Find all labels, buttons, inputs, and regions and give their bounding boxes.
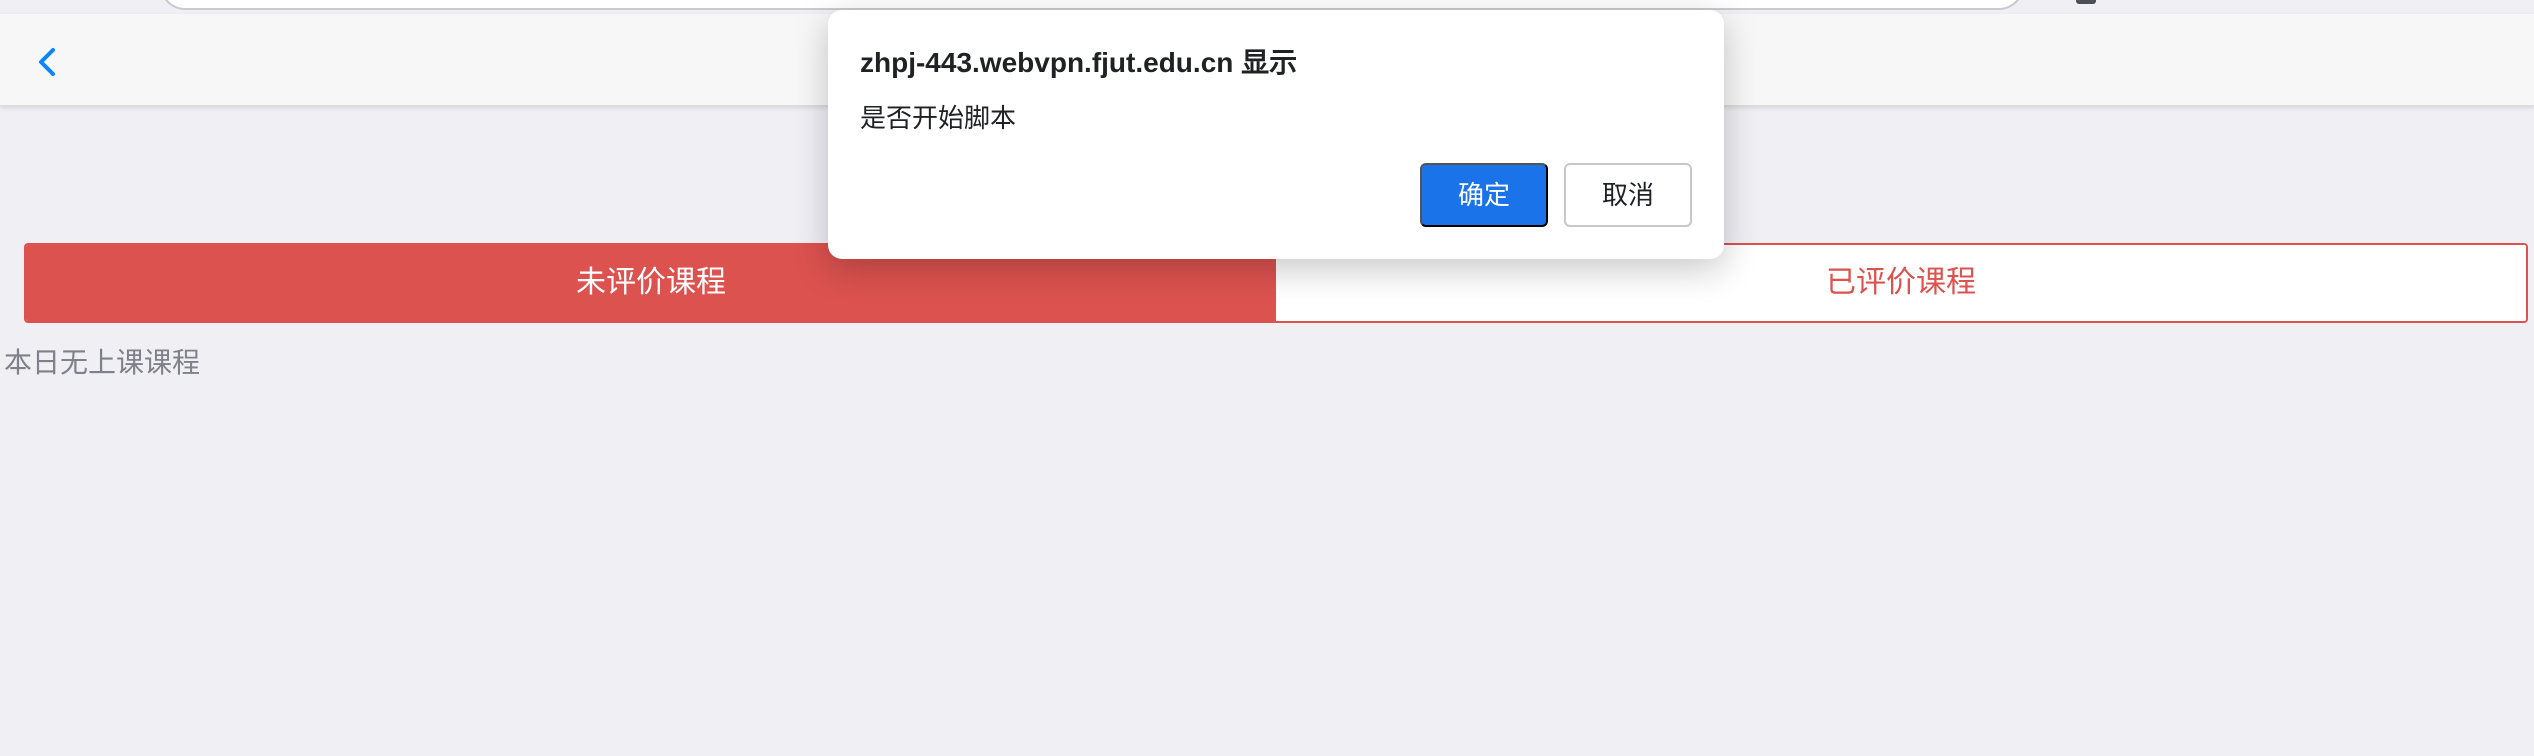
browser-address-bar[interactable]: [160, 0, 2024, 10]
chevron-left-icon: [39, 48, 55, 76]
dialog-message: 是否开始脚本: [860, 103, 1017, 133]
obscured-subtext: [34, 98, 116, 106]
back-button[interactable]: [28, 42, 68, 82]
ok-button[interactable]: 确定: [1420, 163, 1548, 227]
browser-toolbar-icon[interactable]: [2076, 0, 2096, 4]
dialog-title: zhpj-443.webvpn.fjut.edu.cn 显示: [860, 47, 1298, 78]
empty-course-message: 本日无上课课程: [4, 346, 201, 379]
alert-dialog: zhpj-443.webvpn.fjut.edu.cn 显示 是否开始脚本 确定…: [828, 10, 1724, 259]
cancel-button[interactable]: 取消: [1564, 163, 1692, 227]
